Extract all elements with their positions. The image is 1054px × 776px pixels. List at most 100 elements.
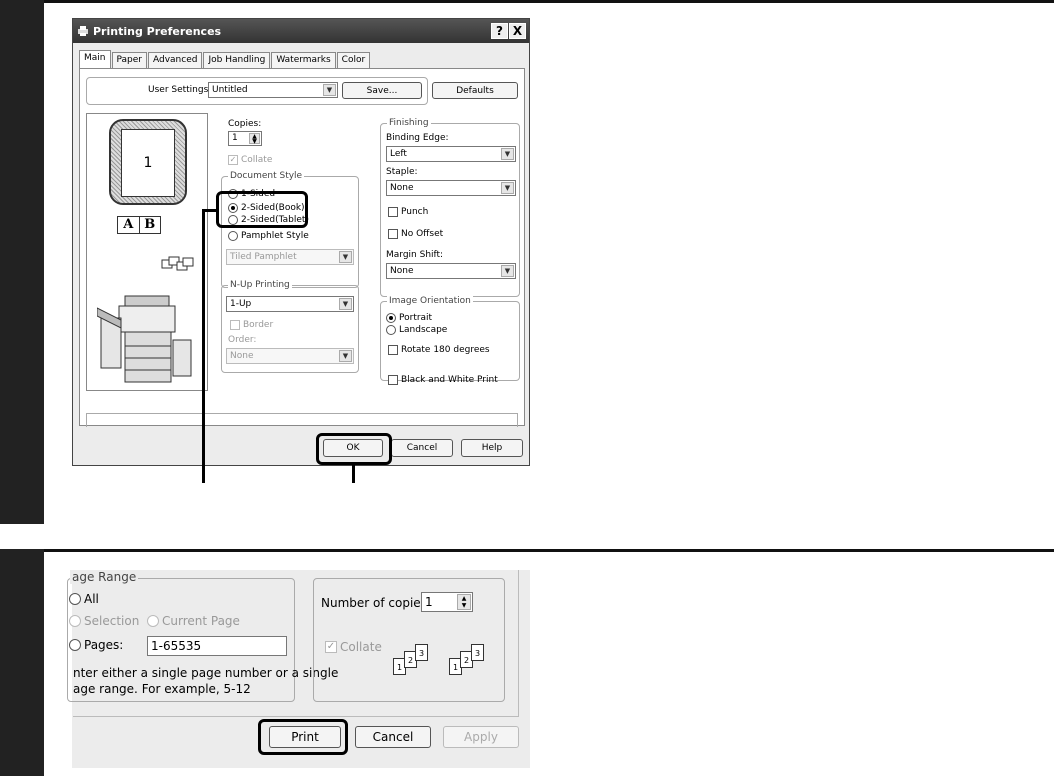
radio-pamphlet-style[interactable]: Pamphlet Style (228, 231, 309, 241)
pages-input[interactable]: 1-65535 (147, 636, 287, 656)
radio-pages[interactable]: Pages: (69, 638, 123, 652)
nup-combo[interactable]: 1-Up ▼ (226, 296, 354, 312)
collate-checkbox[interactable]: ✓ Collate (228, 155, 272, 165)
middle-rule (0, 549, 1054, 552)
defaults-button[interactable]: Defaults (432, 82, 518, 99)
page-range-label: age Range (70, 570, 139, 584)
margin-shift-combo[interactable]: None ▼ (386, 263, 516, 279)
pages-value: 1-65535 (151, 639, 202, 653)
main-tab-panel: User Settings: Untitled ▼ Save... Defaul… (79, 68, 525, 427)
booklet-icon (161, 254, 195, 279)
collate-label: Collate (241, 155, 273, 165)
radio-icon (228, 231, 238, 241)
num-copies-label: Number of copies: (321, 596, 431, 610)
tab-bar: Main Paper Advanced Job Handling Waterma… (79, 50, 371, 68)
hint-line-2: age range. For example, 5-12 (73, 682, 251, 696)
page-preview: 1 (121, 129, 175, 197)
chevron-down-icon: ▼ (501, 265, 514, 277)
radio-landscape[interactable]: Landscape (386, 325, 447, 335)
binding-edge-combo[interactable]: Left ▼ (386, 146, 516, 162)
radio-current-page[interactable]: Current Page (147, 614, 240, 628)
tab-paper[interactable]: Paper (111, 52, 147, 68)
printer-machine-icon (96, 288, 197, 391)
collate-pages-icon-1: 1 2 3 (393, 642, 443, 682)
spinner-arrows-icon: ▲ ▼ (249, 133, 260, 145)
selection-label: Selection (84, 614, 140, 628)
printer-icon (77, 25, 89, 37)
apply-button[interactable]: Apply (443, 726, 519, 748)
no-offset-checkbox[interactable]: No Offset (388, 229, 443, 239)
no-offset-label: No Offset (401, 229, 444, 239)
step-bar-2 (0, 549, 44, 776)
radio-all[interactable]: All (69, 592, 99, 606)
num-copies-spinner[interactable]: 1 ▲ ▼ (421, 592, 473, 612)
radio-icon (69, 593, 81, 605)
collate-checkbox-2[interactable]: ✓ Collate (325, 640, 382, 654)
callout-line-2-sided-vertical (202, 209, 205, 483)
highlight-ok-button (316, 433, 392, 465)
user-settings-value: Untitled (212, 85, 248, 95)
close-button[interactable]: X (509, 23, 526, 39)
binding-letter-b: B (138, 217, 161, 233)
hint-line-1: nter either a single page number or a si… (73, 666, 339, 680)
binding-edge-value: Left (390, 149, 407, 159)
punch-label: Punch (401, 207, 429, 217)
checkbox-icon (388, 207, 398, 217)
cancel-button-2[interactable]: Cancel (355, 726, 431, 748)
user-settings-combo[interactable]: Untitled ▼ (208, 82, 338, 98)
radio-icon (69, 615, 81, 627)
nup-value: 1-Up (230, 299, 252, 309)
punch-checkbox[interactable]: Punch (388, 207, 428, 217)
separator-line-vertical (518, 570, 519, 717)
save-button[interactable]: Save... (342, 82, 422, 99)
order-label: Order: (228, 335, 257, 345)
preview-area: 1 A B (86, 113, 208, 391)
bw-print-checkbox[interactable]: Black and White Print (388, 375, 498, 385)
staple-value: None (390, 183, 414, 193)
border-checkbox[interactable]: Border (230, 320, 273, 330)
document-style-label: Document Style (228, 171, 305, 181)
finishing-label: Finishing (387, 118, 431, 128)
pages-label: Pages: (84, 638, 124, 652)
image-orientation-label: Image Orientation (387, 296, 473, 306)
help-title-button[interactable]: ? (491, 23, 508, 39)
staple-combo[interactable]: None ▼ (386, 180, 516, 196)
binding-edge-label: Binding Edge: (386, 133, 449, 143)
help-button[interactable]: Help (461, 439, 523, 457)
radio-portrait[interactable]: Portrait (386, 313, 432, 323)
page-preview-frame: 1 (109, 119, 187, 205)
pamphlet-combo[interactable]: Tiled Pamphlet ▼ (226, 249, 354, 265)
collate-page-3: 3 (471, 644, 484, 661)
rotate-180-checkbox[interactable]: Rotate 180 degrees (388, 345, 490, 355)
copies-spinner[interactable]: 1 ▲ ▼ (228, 131, 262, 146)
tab-job-handling[interactable]: Job Handling (203, 52, 271, 68)
num-copies-value: 1 (425, 595, 433, 609)
callout-line-ok (352, 463, 355, 483)
pamphlet-value: Tiled Pamphlet (230, 252, 297, 262)
tab-color[interactable]: Color (336, 52, 371, 68)
chevron-down-icon: ▼ (339, 251, 352, 263)
dialog-title: Printing Preferences (93, 24, 222, 38)
collate-label-2: Collate (340, 640, 382, 654)
tab-watermarks[interactable]: Watermarks (271, 52, 336, 68)
user-settings-label: User Settings: (148, 85, 212, 95)
radio-pamphlet-label: Pamphlet Style (241, 231, 309, 241)
chevron-down-icon: ▼ (339, 298, 352, 310)
order-combo[interactable]: None ▼ (226, 348, 354, 364)
collate-page-3: 3 (415, 644, 428, 661)
radio-icon (69, 639, 81, 651)
cancel-button[interactable]: Cancel (391, 439, 453, 457)
radio-selection[interactable]: Selection (69, 614, 139, 628)
tab-advanced[interactable]: Advanced (148, 52, 203, 68)
binding-preview: A B (117, 216, 161, 234)
tab-main[interactable]: Main (79, 50, 111, 68)
chevron-down-icon: ▼ (339, 350, 352, 362)
border-label: Border (243, 320, 274, 330)
highlight-print-button (258, 719, 348, 755)
checkmark-icon: ✓ (325, 641, 337, 653)
landscape-label: Landscape (399, 325, 448, 335)
checkmark-icon: ✓ (228, 155, 238, 165)
checkbox-icon (230, 320, 240, 330)
checkbox-icon (388, 345, 398, 355)
top-rule (0, 0, 1054, 3)
